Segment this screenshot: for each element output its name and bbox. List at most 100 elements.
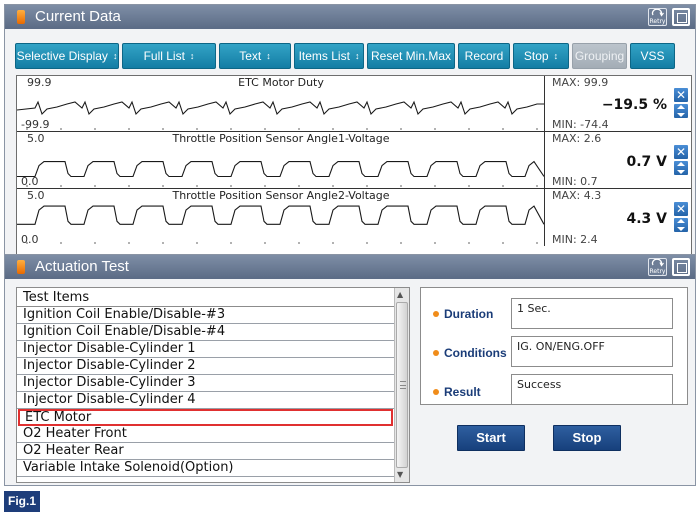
graph-readout: MAX: 4.3 4.3 V ✕ MIN: 2.4 xyxy=(546,189,691,246)
list-item[interactable]: O2 Heater Rear xyxy=(17,443,394,460)
current-value: 4.3 V xyxy=(626,210,667,227)
start-button[interactable]: Start xyxy=(457,425,525,451)
list-item[interactable]: Injector Disable-Cylinder 2 xyxy=(17,358,394,375)
graph-readout: MAX: 2.6 0.7 V ✕ MIN: 0.7 xyxy=(546,132,691,188)
actuation-test-panel: Actuation Test Retry Test Items Ignition… xyxy=(4,254,696,486)
min-readout: MIN: -74.4 xyxy=(552,118,609,131)
graph-row: Throttle Position Sensor Angle1-Voltage 5… xyxy=(17,132,691,189)
y-axis-min: -99.9 xyxy=(21,118,50,131)
current-value: 0.7 V xyxy=(626,153,667,170)
title-marker-icon xyxy=(17,10,25,24)
min-readout: MIN: 2.4 xyxy=(552,233,598,246)
toolbar-button-label: Selective Display xyxy=(16,49,108,63)
signal-line xyxy=(17,100,544,116)
graph-plot: Throttle Position Sensor Angle2-Voltage 5… xyxy=(17,189,545,246)
list-scrollbar[interactable]: ▲ ▼ xyxy=(394,288,409,482)
min-readout: MIN: 0.7 xyxy=(552,175,598,188)
sort-icon[interactable] xyxy=(674,217,688,232)
duration-label-text: Duration xyxy=(444,307,494,321)
grip-icon xyxy=(400,381,406,389)
list-item[interactable]: Variable Intake Solenoid(Option) xyxy=(17,460,394,477)
y-axis-max: 5.0 xyxy=(27,189,45,202)
toolbar-button-label: Reset Min.Max xyxy=(370,49,452,63)
toolbar-button-reset-min-max[interactable]: Reset Min.Max xyxy=(367,43,455,69)
close-icon[interactable]: ✕ xyxy=(674,144,688,159)
toolbar-button-label: Record xyxy=(464,49,504,63)
updown-arrows-icon: ↕ xyxy=(112,50,118,61)
list-item[interactable]: Ignition Coil Enable/Disable-#4 xyxy=(17,324,394,341)
signal-line xyxy=(17,205,544,225)
bullet-icon xyxy=(433,350,439,356)
conditions-label-text: Conditions xyxy=(444,346,507,360)
current-data-panel: Current Data Retry Selective Display ↕ Ful… xyxy=(4,4,696,278)
toolbar-button-selective-display[interactable]: Selective Display ↕ xyxy=(15,43,119,69)
toolbar-button-stop[interactable]: Stop ↕ xyxy=(513,43,569,69)
toolbar-button-items-list[interactable]: Items List ↕ xyxy=(294,43,364,69)
list-item[interactable]: Injector Disable-Cylinder 4 xyxy=(17,392,394,409)
graph-title: Throttle Position Sensor Angle2-Voltage xyxy=(172,189,390,202)
title-marker-icon xyxy=(17,260,25,274)
toolbar-button-record[interactable]: Record xyxy=(458,43,510,69)
scroll-thumb[interactable] xyxy=(396,302,408,468)
graph-row: ETC Motor Duty 99.9 -99.9 MAX: 99.9 −19.5 % ✕… xyxy=(17,76,691,132)
graph-plot: Throttle Position Sensor Angle1-Voltage 5… xyxy=(17,132,545,188)
y-axis-min: 0.0 xyxy=(21,175,39,188)
list-item[interactable]: Ignition Coil Enable/Disable-#3 xyxy=(17,307,394,324)
list-item[interactable]: Injector Disable-Cylinder 3 xyxy=(17,375,394,392)
conditions-label: Conditions xyxy=(433,346,507,360)
current-data-title: Current Data xyxy=(35,8,121,25)
current-data-toolbar: Selective Display ↕ Full List ↕ Text ↕ Items L… xyxy=(15,43,675,69)
scroll-down-arrow-icon[interactable]: ▼ xyxy=(397,470,403,480)
bullet-icon xyxy=(433,311,439,317)
retry-button[interactable]: Retry xyxy=(648,8,667,26)
y-axis-min: 0.0 xyxy=(21,233,39,246)
toolbar-button-full-list[interactable]: Full List ↕ xyxy=(122,43,216,69)
signal-line xyxy=(17,160,544,178)
test-items-list: Test Items Ignition Coil Enable/Disable-… xyxy=(16,287,410,483)
toolbar-button-label: VSS xyxy=(640,49,665,63)
max-readout: MAX: 99.9 xyxy=(552,76,609,89)
toolbar-button-label: Grouping xyxy=(574,49,625,63)
y-axis-max: 5.0 xyxy=(27,132,45,145)
toolbar-button-text[interactable]: Text ↕ xyxy=(219,43,291,69)
duration-value: 1 Sec. xyxy=(511,298,673,329)
stop-button[interactable]: Stop xyxy=(553,425,621,451)
current-data-title-bar: Current Data Retry xyxy=(5,5,695,29)
graph-title: ETC Motor Duty xyxy=(238,76,324,89)
actuation-title: Actuation Test xyxy=(35,258,129,275)
retry-button[interactable]: Retry xyxy=(648,258,667,276)
close-icon[interactable]: ✕ xyxy=(674,88,688,103)
list-item[interactable]: Injector Disable-Cylinder 1 xyxy=(17,341,394,358)
updown-arrows-icon: ↕ xyxy=(553,50,559,61)
graph-title: Throttle Position Sensor Angle1-Voltage xyxy=(172,132,390,145)
close-icon[interactable]: ✕ xyxy=(674,201,688,216)
actuation-title-bar: Actuation Test Retry xyxy=(5,255,695,279)
current-value: −19.5 % xyxy=(601,97,667,114)
window-toggle-button[interactable] xyxy=(672,8,690,26)
graph-row: Throttle Position Sensor Angle2-Voltage 5… xyxy=(17,189,691,246)
updown-arrows-icon: ↕ xyxy=(354,50,360,61)
graph-area: ETC Motor Duty 99.9 -99.9 MAX: 99.9 −19.5 % ✕… xyxy=(16,75,692,277)
toolbar-button-vss[interactable]: VSS xyxy=(630,43,675,69)
retry-label: Retry xyxy=(649,18,666,25)
retry-label: Retry xyxy=(649,268,666,275)
result-value: Success xyxy=(511,374,673,405)
updown-arrows-icon: ↕ xyxy=(266,50,271,61)
max-readout: MAX: 4.3 xyxy=(552,189,602,202)
result-label-text: Result xyxy=(444,385,481,399)
conditions-value: IG. ON/ENG.OFF xyxy=(511,336,673,367)
updown-arrows-icon: ↕ xyxy=(189,50,195,61)
window-toggle-button[interactable] xyxy=(672,258,690,276)
figure-label: Fig.1 xyxy=(4,491,41,512)
scroll-up-arrow-icon[interactable]: ▲ xyxy=(397,290,403,300)
sort-icon[interactable] xyxy=(674,104,688,119)
list-item-selected[interactable]: ETC Motor xyxy=(18,409,393,426)
sort-icon[interactable] xyxy=(674,160,688,175)
result-label: Result xyxy=(433,385,481,399)
toolbar-button-label: Text xyxy=(239,49,262,63)
toolbar-button-label: Full List xyxy=(143,49,185,63)
list-item[interactable]: O2 Heater Front xyxy=(17,426,394,443)
graph-plot: ETC Motor Duty 99.9 -99.9 xyxy=(17,76,545,131)
duration-label: Duration xyxy=(433,307,493,321)
toolbar-button-label: Stop xyxy=(523,49,549,63)
